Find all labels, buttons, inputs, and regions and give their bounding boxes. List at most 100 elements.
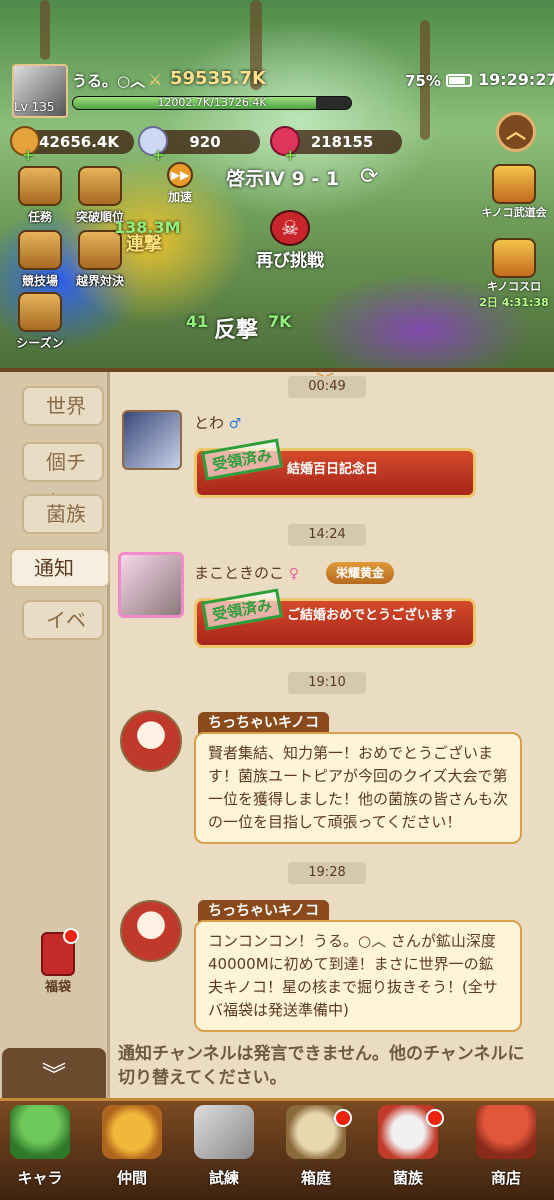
message-bubble: 賢者集結、知力第一！おめでとうございます！菌族ユートピアが今回のクイズ大会で第一… [194,732,522,844]
fast-forward-icon: ▶▶ [167,162,193,188]
menu-missions[interactable]: 任務 [10,166,70,225]
notice-text: 通知チャンネルは発言できません。他のチャンネルに切り替えてください。 [118,1044,525,1088]
menu-label: キノコスロ [486,280,542,293]
wedding-card[interactable]: 受領済み 結婚百日記念日 [194,438,476,498]
rank-badge: 栄耀黄金 [326,562,395,584]
card-text: ご結婚おめでとうございます [287,608,457,623]
menu-season[interactable]: シーズン [10,292,70,351]
damage-number: 41 [186,312,209,331]
chat-panel: 世界 個チャ 菌族 通知 イベ 福袋 ︾ ︾ 00:49 とわ ♂ 受領済み 結… [0,368,554,1102]
retry-button[interactable]: ☠ 再び挑戦 [240,210,340,271]
lucky-bag-button[interactable]: 福袋 [36,928,80,995]
add-gold-button[interactable]: + [22,146,35,164]
hp-text: 12002.7K/13726.4K [157,96,267,109]
notification-dot [334,1109,352,1127]
missions-icon [18,166,62,206]
menu-breakthrough-rank[interactable]: 突破順位 [70,166,130,225]
lucky-bag-icon [41,928,79,976]
nav-guild[interactable]: 菌族 [364,1105,452,1188]
season-icon [18,292,62,332]
tab-guild[interactable]: 菌族 [22,494,104,534]
battle-word: 反撃 [214,318,259,343]
clock: 19:29:27 [478,70,554,89]
slot-icon [492,238,536,278]
nav-trials[interactable]: 試練 [180,1105,268,1188]
channel-tabs: 世界 個チャ 菌族 通知 イベ 福袋 ︾ [0,372,110,1102]
add-ruby-button[interactable]: + [284,146,297,164]
message-bubble: コンコンコン！うる。○︿ さんが鉱山深度40000Mに初めて到達！まさに世界一の… [194,920,522,1032]
tab-event[interactable]: イベ [22,600,104,640]
author-name: とわ [194,414,225,432]
menu-label: キノコ武道会 [481,206,547,219]
menu-cross-battle[interactable]: 越界対決 [70,230,130,289]
stage-name: 啓示Ⅳ 9 - 1 [226,168,340,190]
message-author: とわ ♂ [194,412,241,433]
player-level: Lv 135 [14,100,55,114]
timestamp: 19:28 [288,862,366,884]
game-scene: Lv 135 うる。○︿ ⚔ 59535.7K 12002.7K/13726.4… [0,0,554,370]
paw-icon [102,1105,162,1159]
menu-label: 越界対決 [75,274,124,288]
crossed-swords-icon [194,1105,254,1159]
tab-notice[interactable]: 通知 [10,548,110,588]
avatar[interactable] [118,552,184,618]
nav-label: キャラ [17,1169,63,1187]
shop-icon [476,1105,536,1159]
tab-world[interactable]: 世界 [22,386,104,426]
notification-dot [426,1109,444,1127]
battery-percent: 75% [405,72,441,90]
timestamp: 00:49 [288,376,366,398]
combat-power: 59535.7K [170,68,266,89]
ruby-counter: 218155 [282,130,402,154]
menu-label: 任務 [27,210,52,224]
message-author: ちっちゃいキノコ [198,712,330,734]
gold-counter: 42656.4K [24,130,134,154]
retry-label: 再び挑戦 [256,251,324,271]
timestamp: 14:24 [288,524,366,546]
male-icon: ♂ [228,416,242,432]
tournament-icon [492,164,536,204]
tab-private[interactable]: 個チャ [22,442,104,510]
martial-tournament-button[interactable]: キノコ武道会 [474,164,554,220]
nav-shop[interactable]: 商店 [462,1105,550,1188]
author-name: まこときのこ [194,564,285,582]
avatar[interactable] [122,410,182,470]
card-text: 結婚百日記念日 [287,462,379,477]
ranking-icon [78,166,122,206]
nav-label: 箱庭 [300,1169,331,1187]
menu-label: シーズン [16,336,64,350]
battle-word: 連撃 [126,234,162,255]
collapse-chat-button[interactable]: ︾ [2,1048,106,1102]
message-list: ︾ 00:49 とわ ♂ 受領済み 結婚百日記念日 14:24 まこときのこ ♀… [112,372,554,1102]
speed-label: 加速 [167,190,192,204]
received-stamp: 受領済み [201,438,283,481]
female-icon: ♀ [288,566,300,582]
mushroom-icon [10,1105,70,1159]
battery-icon [446,74,472,87]
received-stamp: 受領済み [201,588,283,631]
nav-label: 仲間 [116,1169,147,1187]
bottom-nav: キャラ 仲間 試練 箱庭 菌族 商店 [0,1098,554,1200]
nav-label: 菌族 [392,1169,423,1187]
nav-companions[interactable]: 仲間 [88,1105,176,1188]
refresh-icon[interactable]: ⟳ [360,164,378,189]
cosmo-button[interactable]: キノコスロ 2日 4:31:38 [474,238,554,310]
arena-icon [18,230,62,270]
nav-label: 試練 [208,1169,239,1187]
damage-number: 7K [268,312,292,331]
timestamp: 19:10 [288,672,366,694]
lucky-bag-label: 福袋 [44,980,71,995]
player-name: うる。○︿ [72,72,146,90]
vine [40,0,50,60]
collapse-menu-button[interactable]: ︿ [496,112,536,152]
nav-label: 商店 [490,1169,521,1187]
mushroom-avatar[interactable] [120,900,182,962]
message-author: ちっちゃいキノコ [198,900,330,922]
nav-character[interactable]: キャラ [0,1105,84,1188]
nav-garden[interactable]: 箱庭 [272,1105,360,1188]
speed-up-button[interactable]: ▶▶ 加速 [160,162,200,205]
message-author: まこときのこ ♀ [194,562,299,583]
wedding-card[interactable]: 受領済み ご結婚おめでとうございます [194,588,476,648]
menu-arena[interactable]: 競技場 [10,230,70,289]
mushroom-avatar[interactable] [120,710,182,772]
